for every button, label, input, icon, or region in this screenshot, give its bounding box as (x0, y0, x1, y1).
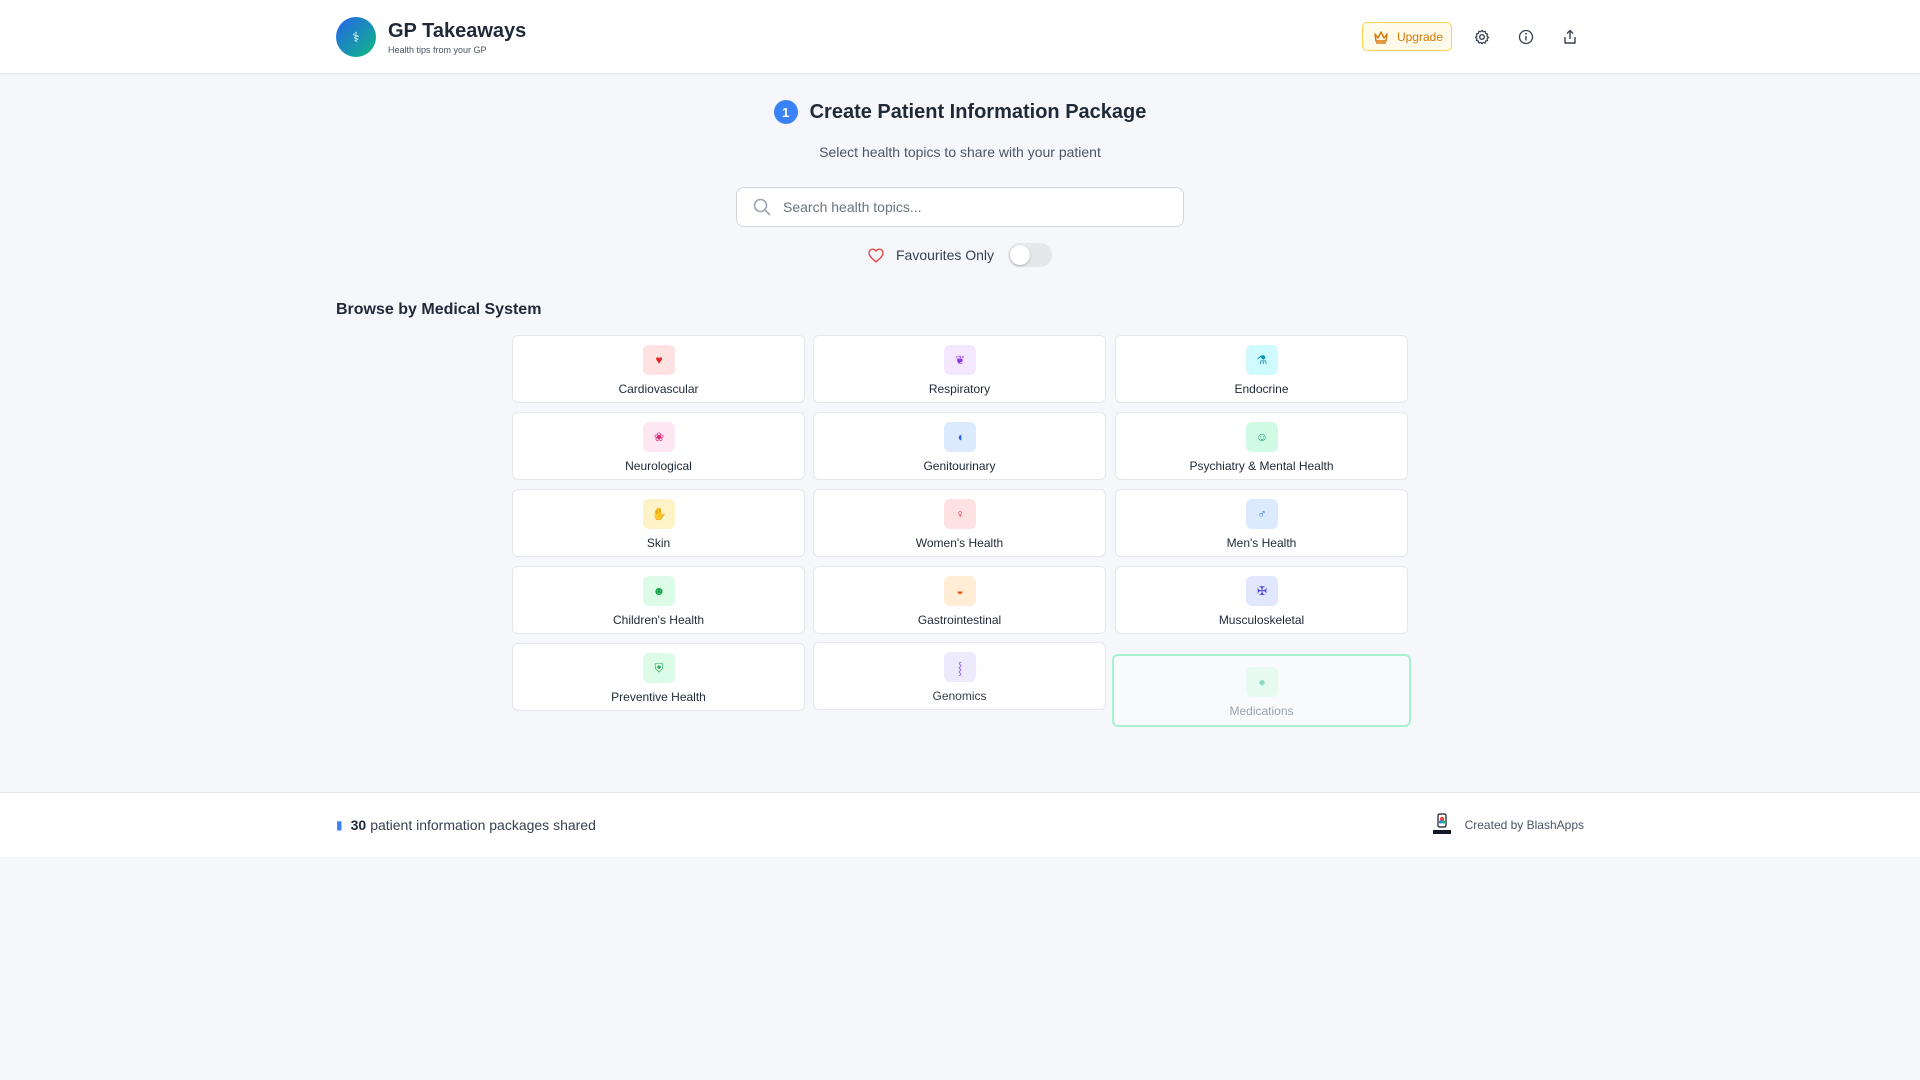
system-card-psychiatry-mental-health[interactable]: ☺ Psychiatry & Mental Health (1115, 412, 1408, 480)
system-card-endocrine[interactable]: ⚗ Endocrine (1115, 335, 1408, 403)
heart-outline-icon (868, 248, 884, 262)
system-card-neurological[interactable]: ❀ Neurological (512, 412, 805, 480)
system-card-label: Endocrine (1234, 382, 1289, 396)
favourites-toggle[interactable] (1008, 243, 1053, 267)
stethoscope-icon: ⚕ (336, 17, 376, 57)
crown-icon (1374, 30, 1388, 44)
system-card-children-s-health[interactable]: ☻ Children's Health (512, 566, 805, 634)
system-card-label: Genomics (932, 689, 987, 703)
system-card-cardiovascular[interactable]: ♥ Cardiovascular (512, 335, 805, 403)
step-heading: 1 Create Patient Information Package (0, 100, 1920, 124)
dna-icon: ⸾ (944, 652, 976, 682)
system-card-musculoskeletal[interactable]: ✠ Musculoskeletal (1115, 566, 1408, 634)
favourites-label: Favourites Only (896, 247, 995, 263)
system-card-label: Musculoskeletal (1218, 613, 1305, 627)
system-card-label: Neurological (625, 459, 692, 473)
lungs-icon: ❦ (944, 345, 976, 375)
shield-icon: ⛨ (643, 653, 675, 683)
app-header: ⚕ GP Takeaways Health tips from your GP … (0, 0, 1920, 74)
search-icon (753, 198, 771, 216)
settings-button[interactable] (1468, 23, 1496, 51)
section-title: Browse by Medical System (336, 301, 542, 318)
system-card-preventive-health[interactable]: ⛨ Preventive Health (512, 643, 805, 711)
favourites-filter: Favourites Only (868, 243, 1053, 267)
search-input[interactable] (783, 199, 1163, 215)
system-card-label: Medications (1229, 704, 1294, 718)
share-counter: ▮ 30 patient information packages shared (336, 817, 596, 833)
system-card-skin[interactable]: ✋ Skin (512, 489, 805, 557)
heart-icon: ♥ (643, 345, 675, 375)
share-count: 30 (350, 817, 367, 833)
bone-icon: ✠ (1246, 576, 1278, 606)
blashapps-logo-icon (1432, 813, 1451, 834)
system-card-label: Gastrointestinal (917, 613, 1002, 627)
system-card-label: Psychiatry & Mental Health (1189, 459, 1334, 473)
system-card-label: Women's Health (915, 536, 1004, 550)
header-actions: Upgrade (1361, 22, 1584, 51)
system-card-respiratory[interactable]: ❦ Respiratory (813, 335, 1106, 403)
system-card-gastrointestinal[interactable]: ◒ Gastrointestinal (813, 566, 1106, 634)
page-subtitle: Select health topics to share with your … (819, 144, 1101, 160)
info-button[interactable] (1512, 23, 1540, 51)
app-footer: ▮ 30 patient information packages shared… (0, 792, 1920, 857)
share-count-text: patient information packages shared (370, 817, 596, 833)
brand-text: GP Takeaways Health tips from your GP (388, 20, 526, 55)
child-icon: ☻ (643, 576, 675, 606)
toggle-knob (1010, 245, 1031, 265)
app-title: GP Takeaways (388, 19, 527, 42)
system-card-medications[interactable]: ● Medications (1112, 654, 1411, 727)
system-card-label: Children's Health (612, 613, 704, 627)
male-icon: ♂ (1246, 499, 1278, 529)
system-card-label: Men's Health (1226, 536, 1297, 550)
female-icon: ♀ (944, 499, 976, 529)
kidney-icon: ◖ (944, 422, 976, 452)
system-card-label: Respiratory (928, 382, 991, 396)
system-card-label: Genitourinary (923, 459, 996, 473)
brand: ⚕ GP Takeaways Health tips from your GP (336, 17, 526, 57)
mind-icon: ☺ (1246, 422, 1278, 452)
upgrade-label: Upgrade (1396, 29, 1443, 44)
search-box (736, 187, 1184, 227)
share-icon (1564, 29, 1576, 44)
upgrade-button[interactable]: Upgrade (1361, 22, 1452, 51)
system-card-label: Skin (646, 536, 671, 550)
step-number-badge: 1 (773, 100, 798, 124)
app-subtitle: Health tips from your GP (388, 44, 487, 55)
system-card-men-s-health[interactable]: ♂ Men's Health (1115, 489, 1408, 557)
brain-icon: ❀ (643, 422, 675, 452)
page-title: Create Patient Information Package (809, 100, 1147, 123)
gear-icon (1474, 29, 1490, 44)
system-card-label: Preventive Health (611, 690, 706, 704)
chart-bar-icon: ▮ (336, 818, 343, 832)
pill-icon: ● (1246, 667, 1278, 697)
system-card-label: Cardiovascular (618, 382, 699, 396)
flask-icon: ⚗ (1246, 345, 1278, 375)
system-card-women-s-health[interactable]: ♀ Women's Health (813, 489, 1106, 557)
credit-text: Created by BlashApps (1464, 818, 1584, 832)
share-button[interactable] (1556, 23, 1584, 51)
system-card-genomics[interactable]: ⸾ Genomics (813, 642, 1106, 710)
hand-icon: ✋ (643, 499, 675, 529)
stomach-icon: ◒ (944, 576, 976, 606)
system-card-genitourinary[interactable]: ◖ Genitourinary (813, 412, 1106, 480)
info-icon (1518, 29, 1534, 44)
credit: Created by BlashApps (1431, 813, 1584, 837)
